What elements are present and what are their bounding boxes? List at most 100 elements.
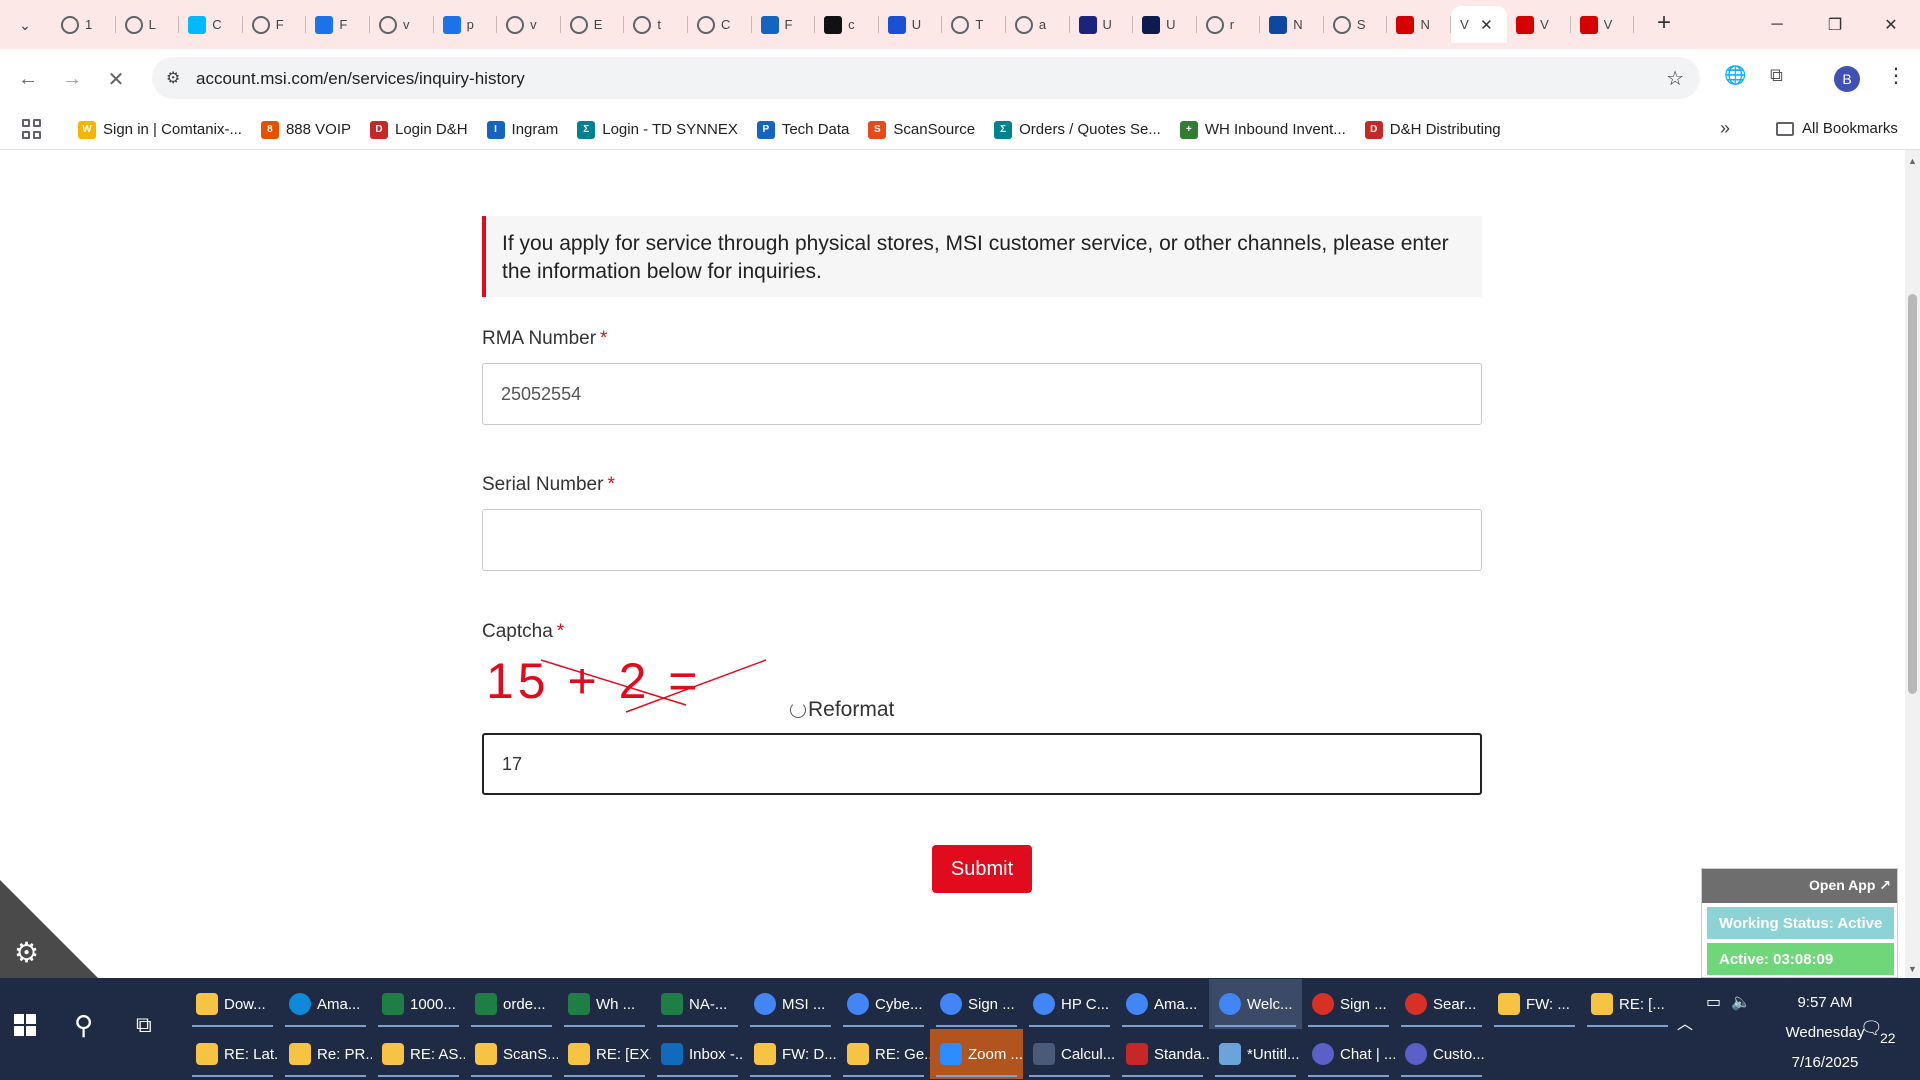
tab-15[interactable]: a (1006, 6, 1070, 43)
taskbar-r1-item-12[interactable]: Sign ... (1302, 979, 1395, 1029)
apps-grid-icon[interactable] (22, 119, 42, 139)
taskbar-r1-item-7[interactable]: Cybe... (837, 979, 930, 1029)
tab-19[interactable]: N (1260, 6, 1324, 43)
url-text[interactable]: account.msi.com/en/services/inquiry-hist… (196, 69, 525, 89)
scrollbar-thumb[interactable] (1908, 294, 1917, 694)
battery-icon[interactable]: ▭ (1706, 992, 1721, 1012)
taskbar-r2-item-5[interactable]: Inbox -... (651, 1029, 744, 1079)
tab-active[interactable]: V ✕ (1451, 6, 1508, 43)
taskbar-r1-item-15[interactable]: RE: [... (1581, 979, 1674, 1029)
taskbar-r1-item-13[interactable]: Sear... (1395, 979, 1488, 1029)
start-button[interactable] (14, 1014, 36, 1036)
minimize-button[interactable]: ─ (1748, 0, 1806, 49)
rma-number-input[interactable]: 25052554 (482, 363, 1482, 425)
taskbar-r1-item-14[interactable]: FW: ... (1488, 979, 1581, 1029)
all-bookmarks-button[interactable]: All Bookmarks (1776, 120, 1898, 137)
taskbar-r2-item-7[interactable]: RE: Ge... (837, 1029, 930, 1079)
taskbar-r2-item-4[interactable]: RE: [EX... (558, 1029, 651, 1079)
taskbar-r1-item-5[interactable]: NA-... (651, 979, 744, 1029)
bookmark-7[interactable]: Σ Orders / Quotes Se... (994, 120, 1161, 139)
site-info-icon[interactable]: ⚙ (166, 68, 180, 88)
taskbar-r1-item-4[interactable]: Wh ... (558, 979, 651, 1029)
taskbar-r2-item-3[interactable]: ScanS... (465, 1029, 558, 1079)
taskbar-r1-item-6[interactable]: MSI ... (744, 979, 837, 1029)
stop-loading-button[interactable]: ✕ (100, 63, 132, 95)
new-tab-button[interactable]: + (1650, 10, 1678, 38)
restore-button[interactable]: ❐ (1806, 0, 1864, 49)
forward-button[interactable]: → (56, 63, 88, 95)
search-icon[interactable]: ⚲ (74, 1010, 93, 1041)
tab-6[interactable]: p (434, 6, 498, 43)
tab-10[interactable]: C (688, 6, 752, 43)
more-bookmarks-icon[interactable]: » (1720, 118, 1730, 139)
browser-menu-icon[interactable]: ⋮ (1886, 63, 1906, 88)
taskbar-r1-item-9[interactable]: HP C... (1023, 979, 1116, 1029)
bookmark-2[interactable]: D Login D&H (370, 120, 468, 139)
bookmark-0[interactable]: W Sign in | Comtanix-... (78, 120, 242, 139)
extensions-icon[interactable]: ⧉ (1770, 65, 1783, 86)
taskbar-r1-item-11[interactable]: Welc... (1209, 979, 1302, 1029)
tab-7[interactable]: v (497, 6, 561, 43)
taskbar-r1-item-1[interactable]: Ama... (279, 979, 372, 1029)
taskbar-r2-item-2[interactable]: RE: AS... (372, 1029, 465, 1079)
taskbar-r2-item-11[interactable]: *Untitl... (1209, 1029, 1302, 1079)
translate-icon[interactable]: 🌐 (1724, 65, 1746, 86)
submit-button[interactable]: Submit (932, 845, 1032, 893)
serial-number-input[interactable] (482, 509, 1482, 571)
address-bar[interactable]: ⚙ account.msi.com/en/services/inquiry-hi… (152, 57, 1700, 99)
tab-0[interactable]: 1 (52, 6, 116, 43)
tab-18[interactable]: r (1197, 6, 1261, 43)
bookmark-9[interactable]: D D&H Distributing (1364, 120, 1501, 139)
tab-9[interactable]: t (624, 6, 688, 43)
open-app-link[interactable]: Open App ↗ (1809, 877, 1891, 894)
taskbar-r2-item-12[interactable]: Chat | ... (1302, 1029, 1395, 1079)
tab-after-1[interactable]: V (1571, 6, 1635, 43)
scroll-down-icon[interactable]: ▼ (1908, 964, 1917, 974)
taskbar-r2-item-13[interactable]: Custo... (1395, 1029, 1488, 1079)
bookmark-3[interactable]: I Ingram (486, 120, 558, 139)
reformat-captcha-button[interactable]: Reformat (790, 698, 894, 722)
tab-20[interactable]: S (1324, 6, 1388, 43)
taskbar-r2-item-0[interactable]: RE: Lat... (186, 1029, 279, 1079)
tab-3[interactable]: F (243, 6, 307, 43)
bookmark-1[interactable]: 8 888 VOIP (260, 120, 351, 139)
tab-1[interactable]: L (116, 6, 180, 43)
tab-5[interactable]: v (370, 6, 434, 43)
tab-4[interactable]: F (306, 6, 370, 43)
profile-avatar[interactable]: B (1834, 66, 1860, 92)
tab-17[interactable]: U (1133, 6, 1197, 43)
taskbar-r1-item-10[interactable]: Ama... (1116, 979, 1209, 1029)
scroll-up-icon[interactable]: ▲ (1908, 156, 1917, 166)
taskbar-r2-item-10[interactable]: Standa... (1116, 1029, 1209, 1079)
taskbar-r1-item-2[interactable]: 1000... (372, 979, 465, 1029)
bookmark-4[interactable]: Σ Login - TD SYNNEX (577, 120, 738, 139)
tab-13[interactable]: U (879, 6, 943, 43)
tab-11[interactable]: F (752, 6, 816, 43)
tab-16[interactable]: U (1070, 6, 1134, 43)
bookmark-8[interactable]: + WH Inbound Invent... (1179, 120, 1346, 139)
taskbar-r2-item-6[interactable]: FW: D... (744, 1029, 837, 1079)
tab-12[interactable]: c (815, 6, 879, 43)
tab-8[interactable]: E (561, 6, 625, 43)
tab-21[interactable]: N (1387, 6, 1451, 43)
bookmark-5[interactable]: P Tech Data (756, 120, 849, 139)
page-scrollbar[interactable]: ▲ ▼ (1905, 150, 1920, 978)
tray-overflow-icon[interactable]: ︿ (1677, 1010, 1693, 1034)
close-tab-icon[interactable]: ✕ (1480, 16, 1493, 34)
captcha-input[interactable]: 17 (482, 733, 1482, 795)
taskbar-r1-item-3[interactable]: orde... (465, 979, 558, 1029)
bookmark-star-icon[interactable]: ☆ (1666, 66, 1684, 91)
task-view-icon[interactable]: ⧉ (136, 1012, 152, 1038)
gear-icon[interactable]: ⚙ (14, 936, 39, 969)
close-window-button[interactable]: ✕ (1862, 0, 1920, 49)
volume-icon[interactable]: 🔈 (1731, 992, 1751, 1012)
taskbar-r2-item-9[interactable]: Calcul... (1023, 1029, 1116, 1079)
tab-14[interactable]: T (942, 6, 1006, 43)
tab-search-button[interactable]: ⌄ (12, 12, 38, 38)
tab-2[interactable]: C (179, 6, 243, 43)
tab-after-0[interactable]: V (1507, 6, 1571, 43)
back-button[interactable]: ← (12, 63, 44, 95)
taskbar-r1-item-0[interactable]: Dow... (186, 979, 279, 1029)
taskbar-r2-item-8[interactable]: Zoom ... (930, 1029, 1023, 1079)
taskbar-r1-item-8[interactable]: Sign ... (930, 979, 1023, 1029)
